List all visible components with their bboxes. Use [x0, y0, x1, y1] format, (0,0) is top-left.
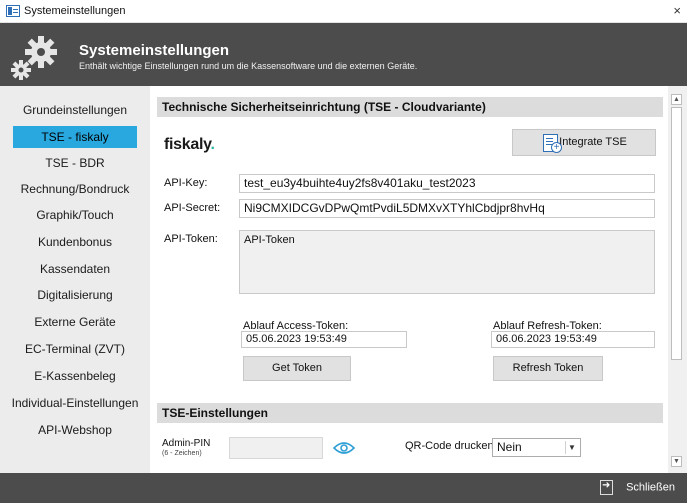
exit-icon: [600, 480, 614, 495]
window-title: Systemeinstellungen: [24, 5, 126, 17]
sidebar-item-ec-terminal[interactable]: EC-Terminal (ZVT): [0, 338, 150, 360]
app-window-icon: [6, 5, 20, 17]
sidebar-item-individual-einstellungen[interactable]: Individual-Einstellungen: [0, 392, 150, 414]
window-close-button[interactable]: ×: [673, 3, 681, 18]
footer-bar: Schließen: [0, 473, 687, 503]
scrollbar-thumb[interactable]: [671, 107, 682, 360]
sidebar-item-rechnung-bondruck[interactable]: Rechnung/Bondruck: [0, 178, 150, 200]
qr-code-selected-value: Nein: [497, 440, 522, 454]
header-banner: Systemeinstellungen Enthält wichtige Ein…: [0, 23, 687, 86]
fiskaly-logo: fiskaly.: [164, 136, 215, 154]
refresh-token-expiry-field[interactable]: 06.06.2023 19:53:49: [491, 331, 655, 348]
window-titlebar: Systemeinstellungen ×: [0, 0, 687, 23]
sidebar-item-kassendaten[interactable]: Kassendaten: [0, 258, 150, 280]
integrate-tse-label: Integrate TSE: [559, 136, 627, 148]
api-key-label: API-Key:: [164, 177, 208, 189]
api-key-input[interactable]: test_eu3y4buihte4uy2fs8v401aku_test2023: [239, 174, 655, 193]
qr-code-label: QR-Code drucken:: [405, 440, 497, 452]
tse-settings-section-header: TSE-Einstellungen: [157, 403, 663, 423]
sidebar-item-tse-fiskaly[interactable]: TSE - fiskaly: [13, 126, 137, 148]
sidebar-item-graphik-touch[interactable]: Graphik/Touch: [0, 204, 150, 226]
sidebar-item-kundenbonus[interactable]: Kundenbonus: [0, 231, 150, 253]
header-title: Systemeinstellungen: [79, 42, 230, 59]
admin-pin-hint: (6 - Zeichen): [162, 450, 202, 457]
schliessen-button[interactable]: Schließen: [600, 480, 675, 498]
schliessen-label: Schließen: [626, 481, 675, 494]
sidebar-item-api-webshop[interactable]: API-Webshop: [0, 419, 150, 441]
fiskaly-logo-text: fiskaly: [164, 136, 211, 153]
get-token-button[interactable]: Get Token: [243, 356, 351, 381]
qr-code-select[interactable]: Nein ▼: [492, 438, 581, 457]
integrate-tse-button[interactable]: + Integrate TSE: [512, 129, 656, 156]
refresh-token-button[interactable]: Refresh Token: [493, 356, 603, 381]
vertical-scrollbar[interactable]: ▲ ▼: [668, 86, 687, 473]
api-secret-input[interactable]: Ni9CMXIDCGvDPwQmtPvdiL5DMXvXTYhlCbdjpr8h…: [239, 199, 655, 218]
api-secret-label: API-Secret:: [164, 202, 221, 214]
tse-section-header: Technische Sicherheitseinrichtung (TSE -…: [157, 97, 663, 117]
api-token-textarea[interactable]: API-Token: [239, 230, 655, 294]
sidebar-item-e-kassenbeleg[interactable]: E-Kassenbeleg: [0, 365, 150, 387]
scroll-down-arrow-icon[interactable]: ▼: [671, 456, 682, 467]
sidebar-item-externe-geraete[interactable]: Externe Geräte: [0, 311, 150, 333]
scroll-up-arrow-icon[interactable]: ▲: [671, 94, 682, 105]
admin-pin-label: Admin-PIN: [162, 438, 211, 449]
fiskaly-logo-dot: .: [210, 136, 215, 153]
admin-pin-input[interactable]: [229, 437, 323, 459]
access-token-expiry-field[interactable]: 05.06.2023 19:53:49: [241, 331, 407, 348]
settings-sidebar: Grundeinstellungen TSE - fiskaly TSE - B…: [0, 86, 150, 473]
settings-content-panel: Technische Sicherheitseinrichtung (TSE -…: [150, 86, 668, 473]
sidebar-item-grundeinstellungen[interactable]: Grundeinstellungen: [0, 99, 150, 121]
gears-icon: [11, 36, 57, 80]
header-subtitle: Enthält wichtige Einstellungen rund um d…: [79, 61, 418, 71]
api-token-label: API-Token:: [164, 233, 218, 245]
sidebar-item-tse-bdr[interactable]: TSE - BDR: [0, 152, 150, 174]
plus-icon: +: [551, 142, 562, 153]
sidebar-item-digitalisierung[interactable]: Digitalisierung: [0, 284, 150, 306]
chevron-down-icon: ▼: [565, 441, 578, 454]
show-password-eye-icon[interactable]: [333, 441, 355, 455]
